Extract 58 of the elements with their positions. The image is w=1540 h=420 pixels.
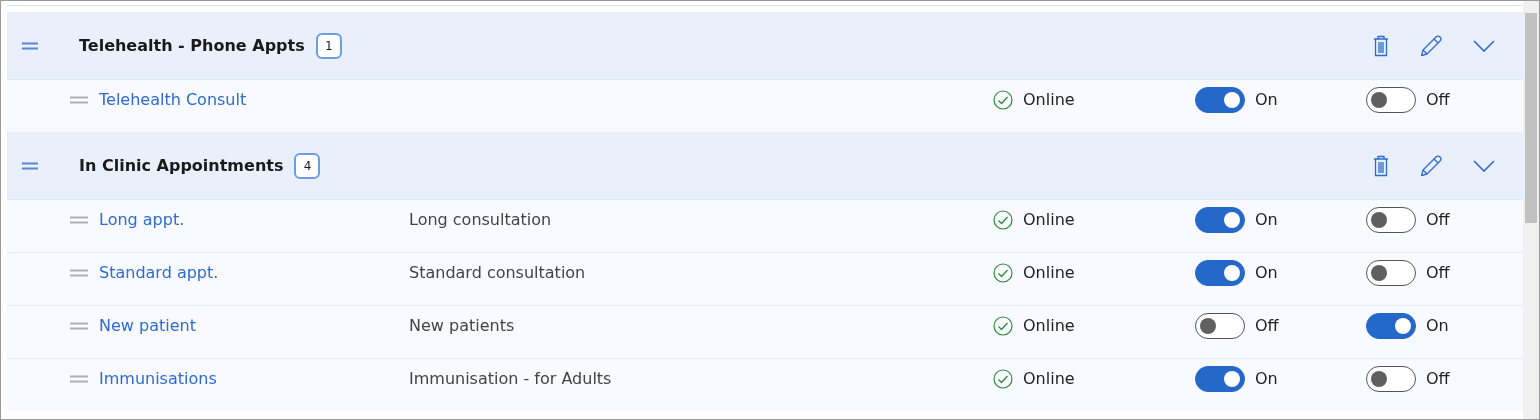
appointment-link[interactable]: Long appt.: [99, 210, 409, 229]
appointment-link[interactable]: Immunisations: [99, 369, 409, 388]
toggle-label: On: [1255, 369, 1278, 388]
group-title: Telehealth - Phone Appts: [79, 36, 305, 55]
drag-handle-icon[interactable]: [22, 41, 38, 50]
toggle-switch[interactable]: [1195, 86, 1245, 113]
toggle-label: On: [1255, 90, 1278, 109]
drag-handle-icon[interactable]: [70, 215, 88, 224]
drag-handle-icon[interactable]: [70, 268, 88, 277]
status-text: Online: [1023, 369, 1075, 388]
description-text: Standard consultation: [409, 263, 587, 282]
toggle-label: On: [1426, 316, 1449, 335]
status-text: Online: [1023, 210, 1075, 229]
count-badge: 4: [294, 152, 321, 179]
appointment-link[interactable]: New patient: [99, 316, 409, 335]
status-text: Online: [1023, 263, 1075, 282]
check-circle-icon: [993, 89, 1013, 110]
status-text: Online: [1023, 316, 1075, 335]
toggle-switch[interactable]: [1195, 206, 1245, 233]
toggle-switch[interactable]: [1366, 259, 1416, 286]
toggle-switch[interactable]: [1366, 206, 1416, 233]
scrollbar[interactable]: [1523, 1, 1539, 419]
pencil-icon[interactable]: [1420, 154, 1442, 177]
scrollbar-thumb[interactable]: [1525, 13, 1537, 223]
appointment-link[interactable]: Telehealth Consult: [99, 90, 409, 109]
drag-handle-icon[interactable]: [70, 374, 88, 383]
check-circle-icon: [993, 262, 1013, 283]
status-text: Online: [1023, 90, 1075, 109]
chevron-down-icon[interactable]: [1473, 39, 1495, 52]
trash-icon[interactable]: [1373, 154, 1389, 177]
drag-handle-icon[interactable]: [70, 321, 88, 330]
toggle-switch[interactable]: [1366, 312, 1416, 339]
count-badge: 1: [315, 32, 342, 59]
toggle-label: Off: [1426, 210, 1450, 229]
pencil-icon[interactable]: [1420, 34, 1442, 57]
toggle-label: Off: [1426, 90, 1450, 109]
trash-icon[interactable]: [1373, 34, 1389, 57]
toggle-label: Off: [1426, 369, 1450, 388]
toggle-switch[interactable]: [1366, 86, 1416, 113]
group-title: In Clinic Appointments: [79, 156, 284, 175]
toggle-switch[interactable]: [1195, 312, 1245, 339]
drag-handle-icon[interactable]: [22, 161, 38, 170]
toggle-label: Off: [1426, 263, 1450, 282]
toggle-switch[interactable]: [1195, 259, 1245, 286]
description-text: Immunisation - for Adults: [409, 369, 613, 388]
toggle-label: Off: [1255, 316, 1279, 335]
toggle-label: On: [1255, 263, 1278, 282]
drag-handle-icon[interactable]: [70, 95, 88, 104]
toggle-label: On: [1255, 210, 1278, 229]
check-circle-icon: [993, 209, 1013, 230]
toggle-switch[interactable]: [1366, 365, 1416, 392]
chevron-down-icon[interactable]: [1473, 159, 1495, 172]
toggle-switch[interactable]: [1195, 365, 1245, 392]
appointment-link[interactable]: Standard appt.: [99, 263, 409, 282]
check-circle-icon: [993, 368, 1013, 389]
description-text: New patients: [409, 316, 516, 335]
check-circle-icon: [993, 315, 1013, 336]
description-text: Long consultation: [409, 210, 553, 229]
